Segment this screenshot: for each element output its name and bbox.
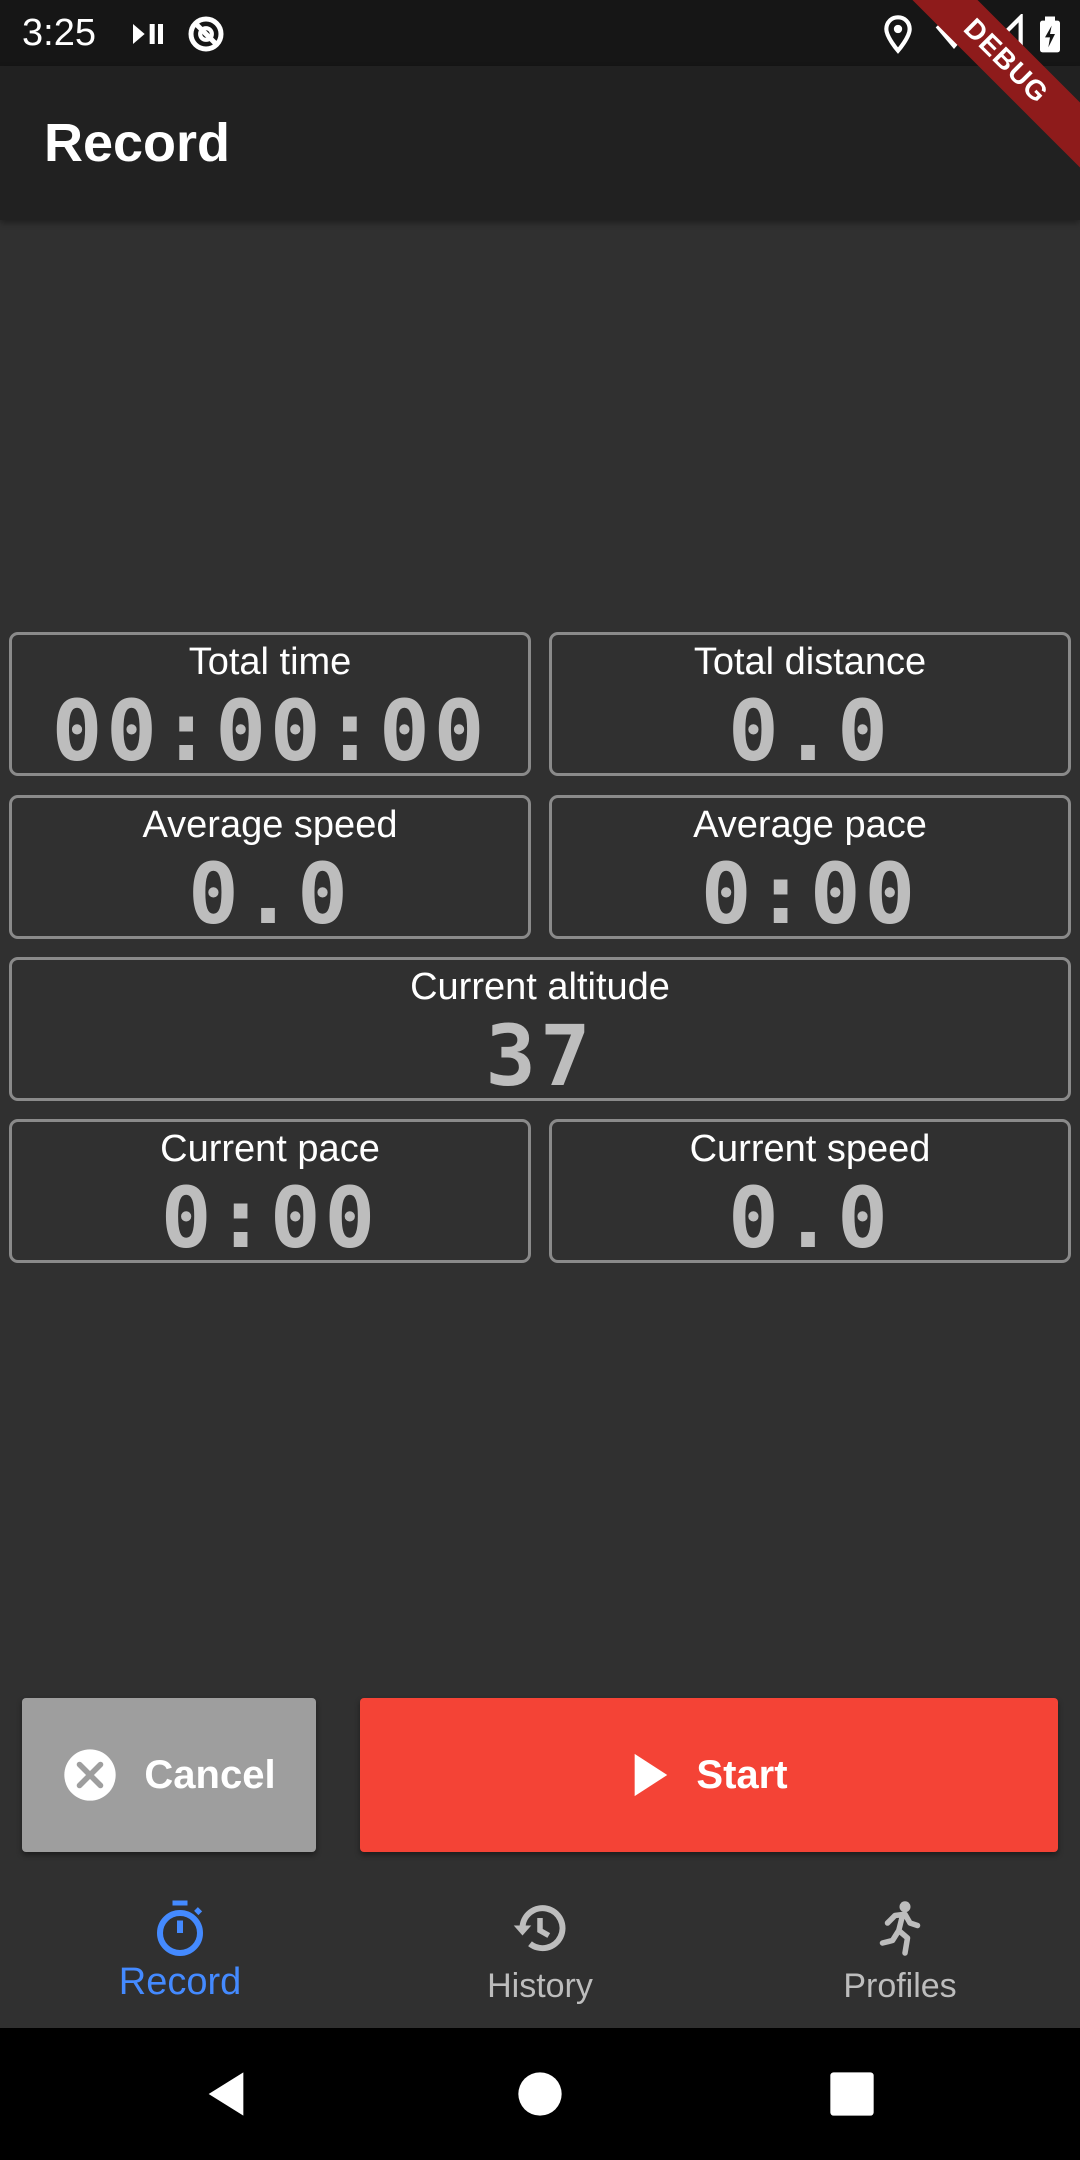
page-title: Record xyxy=(44,113,231,173)
average-speed-label: Average speed xyxy=(142,804,398,846)
location-icon xyxy=(884,15,912,54)
data-saver-icon xyxy=(188,16,224,52)
total-time-value: 00:00:00 xyxy=(51,682,489,780)
status-time: 3:25 xyxy=(22,12,96,54)
total-distance-value: 0.0 xyxy=(728,682,892,780)
current-altitude-label: Current altitude xyxy=(410,966,670,1008)
current-pace-tile: Current pace 0:00 xyxy=(9,1119,531,1263)
back-icon[interactable] xyxy=(200,2068,252,2120)
average-pace-tile: Average pace 0:00 xyxy=(549,795,1071,939)
current-altitude-value: 37 xyxy=(485,1007,595,1105)
running-icon xyxy=(879,1901,921,1956)
nav-item-history[interactable]: History xyxy=(360,1876,720,2028)
cancel-label: Cancel xyxy=(144,1752,276,1797)
total-distance-tile: Total distance 0.0 xyxy=(549,632,1071,776)
history-icon xyxy=(513,1905,566,1952)
total-distance-label: Total distance xyxy=(693,641,927,683)
screen: 3:25 DEBUG Record Total time 00:00:00 To… xyxy=(0,0,1080,2160)
average-speed-tile: Average speed 0.0 xyxy=(9,795,531,939)
system-navigation-bar xyxy=(0,2028,1080,2160)
home-icon[interactable] xyxy=(514,2068,566,2120)
app-bar: Record xyxy=(0,66,1080,220)
bottom-navigation: Record History Profiles xyxy=(0,1876,1080,2028)
play-icon xyxy=(635,1753,668,1797)
cancel-button[interactable]: Cancel xyxy=(22,1698,316,1852)
current-speed-tile: Current speed 0.0 xyxy=(549,1119,1071,1263)
start-label: Start xyxy=(696,1752,788,1797)
current-pace-label: Current pace xyxy=(160,1128,380,1170)
nav-label-profiles: Profiles xyxy=(843,1967,957,2005)
current-speed-label: Current speed xyxy=(689,1128,931,1170)
average-speed-value: 0.0 xyxy=(188,845,352,943)
nav-label-history: History xyxy=(487,1967,593,2005)
status-bar: 3:25 xyxy=(0,0,1080,66)
start-button[interactable]: Start xyxy=(360,1698,1058,1852)
current-speed-value: 0.0 xyxy=(728,1169,892,1267)
battery-charging-icon xyxy=(1040,16,1060,53)
total-time-tile: Total time 00:00:00 xyxy=(9,632,531,776)
recents-icon[interactable] xyxy=(826,2068,878,2120)
nav-item-profiles[interactable]: Profiles xyxy=(720,1876,1080,2028)
current-altitude-tile: Current altitude 37 xyxy=(9,957,1071,1101)
cancel-icon xyxy=(64,1749,117,1801)
nav-label-record: Record xyxy=(118,1961,242,2003)
average-pace-value: 0:00 xyxy=(700,845,920,943)
total-time-label: Total time xyxy=(188,641,352,683)
current-pace-value: 0:00 xyxy=(160,1169,380,1267)
nav-item-record[interactable]: Record xyxy=(0,1876,360,2028)
timer-icon xyxy=(157,1900,203,1956)
average-pace-label: Average pace xyxy=(693,804,927,846)
play-pause-icon xyxy=(133,24,163,44)
